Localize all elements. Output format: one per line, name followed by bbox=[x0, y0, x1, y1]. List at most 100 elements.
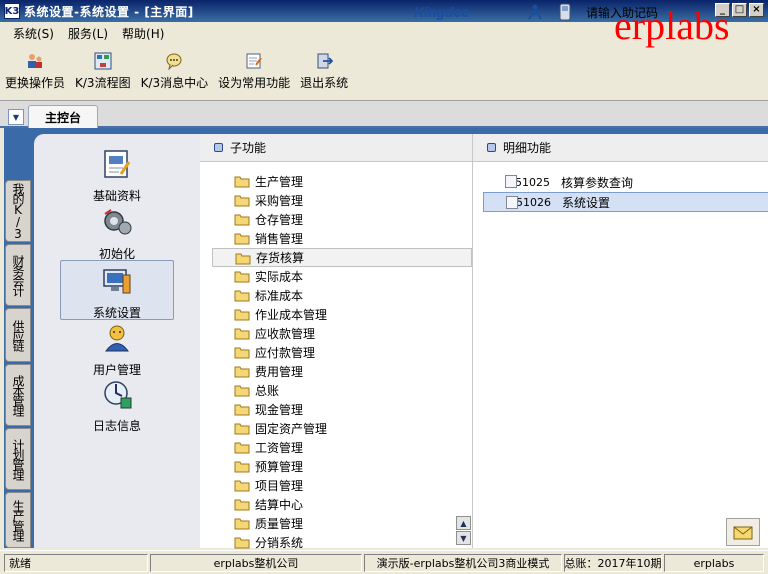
sub-function-item[interactable]: 固定资产管理 bbox=[212, 419, 472, 438]
sub-function-item[interactable]: 销售管理 bbox=[212, 229, 472, 248]
sub-function-item[interactable]: 应付款管理 bbox=[212, 343, 472, 362]
module-panel: 基础资料 初始化 系统设置 用户管理 日志信息 bbox=[34, 134, 200, 548]
detail-function-item[interactable]: 51026 系统设置 bbox=[483, 192, 768, 212]
status-bar: 就绪 erplabs整机公司 演示版-erplabs整机公司3商业模式 总账：2… bbox=[0, 550, 768, 574]
mail-button[interactable] bbox=[726, 518, 760, 546]
document-icon bbox=[505, 175, 517, 188]
sub-function-item[interactable]: 作业成本管理 bbox=[212, 305, 472, 324]
module-basic-data[interactable]: 基础资料 bbox=[60, 148, 174, 204]
menu-service[interactable]: 服务(L) bbox=[61, 25, 115, 42]
status-mode: 演示版-erplabs整机公司3商业模式 bbox=[364, 554, 562, 572]
sub-function-label: 费用管理 bbox=[255, 365, 304, 379]
folder-icon bbox=[234, 423, 250, 435]
sub-function-item[interactable]: 项目管理 bbox=[212, 476, 472, 495]
sub-function-item[interactable]: 采购管理 bbox=[212, 191, 472, 210]
sub-function-label: 仓存管理 bbox=[255, 213, 304, 227]
folder-icon bbox=[234, 309, 250, 321]
folder-icon bbox=[234, 385, 250, 397]
menu-help[interactable]: 帮助(H) bbox=[115, 25, 171, 42]
sub-function-label: 实际成本 bbox=[255, 270, 304, 284]
folder-icon bbox=[234, 290, 250, 302]
detail-name: 核算参数查询 bbox=[561, 175, 634, 190]
menu-system[interactable]: 系统(S) bbox=[6, 25, 61, 42]
tab-dropdown-icon[interactable]: ▼ bbox=[8, 109, 24, 125]
scroll-down-button[interactable]: ▼ bbox=[456, 531, 471, 545]
sub-function-item[interactable]: 工资管理 bbox=[212, 438, 472, 457]
set-favorite-button[interactable]: 设为常用功能 bbox=[213, 48, 295, 96]
scroll-up-button[interactable]: ▲ bbox=[456, 516, 471, 530]
tab-main-console[interactable]: 主控台 bbox=[28, 105, 98, 129]
side-tab-my-k3[interactable]: 我的K/3 bbox=[5, 180, 31, 242]
sub-function-item[interactable]: 应收款管理 bbox=[212, 324, 472, 343]
header-bullet-icon bbox=[214, 143, 223, 152]
toolbar: 更换操作员 K/3流程图 K/3消息中心 设为常用功能 退出系统 bbox=[0, 48, 768, 96]
sub-function-label: 标准成本 bbox=[255, 289, 304, 303]
sub-function-label: 应付款管理 bbox=[255, 346, 316, 360]
side-tab-production[interactable]: 生产管理 bbox=[5, 492, 31, 548]
folder-icon bbox=[234, 195, 250, 207]
detail-function-panel: 明细功能 51025 核算参数查询 51026 系统设置 bbox=[472, 134, 768, 548]
sub-function-item[interactable]: 存货核算 bbox=[212, 248, 472, 267]
sub-function-label: 工资管理 bbox=[255, 441, 304, 455]
folder-icon bbox=[234, 404, 250, 416]
folder-icon bbox=[234, 499, 250, 511]
window-title: 系统设置-系统设置 - [主界面] bbox=[24, 4, 194, 19]
side-tab-planning[interactable]: 计划管理 bbox=[5, 428, 31, 490]
log-info-icon bbox=[104, 381, 132, 409]
system-settings-icon bbox=[103, 269, 131, 294]
network-icon[interactable] bbox=[526, 3, 544, 21]
sub-function-item[interactable]: 仓存管理 bbox=[212, 210, 472, 229]
folder-icon bbox=[234, 233, 250, 245]
module-user-management[interactable]: 用户管理 bbox=[60, 322, 174, 378]
side-tab-finance[interactable]: 财务会计 bbox=[5, 244, 31, 306]
exit-system-button[interactable]: 退出系统 bbox=[295, 48, 353, 96]
detail-function-list: 51025 核算参数查询 51026 系统设置 bbox=[483, 172, 768, 212]
sub-function-label: 生产管理 bbox=[255, 175, 304, 189]
exit-icon bbox=[317, 53, 334, 69]
maximize-button[interactable]: □ bbox=[732, 3, 747, 17]
sub-function-label: 总账 bbox=[255, 384, 280, 398]
module-user-management-label: 用户管理 bbox=[92, 363, 141, 377]
folder-icon bbox=[234, 366, 250, 378]
sub-function-item[interactable]: 结算中心 bbox=[212, 495, 472, 514]
sub-function-item[interactable]: 生产管理 bbox=[212, 172, 472, 191]
sub-function-label: 结算中心 bbox=[255, 498, 304, 512]
close-button[interactable]: × bbox=[749, 3, 764, 17]
module-initialization[interactable]: 初始化 bbox=[60, 206, 174, 262]
detail-name: 系统设置 bbox=[562, 195, 611, 210]
phone-icon[interactable] bbox=[556, 3, 574, 21]
folder-icon bbox=[234, 480, 250, 492]
message-center-label: K/3消息中心 bbox=[140, 76, 209, 90]
initialization-icon bbox=[104, 209, 132, 235]
folder-icon bbox=[234, 537, 250, 549]
side-tab-supply-chain[interactable]: 供应链 bbox=[5, 308, 31, 362]
status-state: 就绪 bbox=[4, 554, 148, 572]
sub-function-label: 质量管理 bbox=[255, 517, 304, 531]
module-system-settings[interactable]: 系统设置 bbox=[60, 260, 174, 320]
side-tab-cost[interactable]: 成本管理 bbox=[5, 364, 31, 426]
folder-icon bbox=[234, 518, 250, 530]
sub-function-label: 作业成本管理 bbox=[255, 308, 328, 322]
sub-function-item[interactable]: 质量管理 bbox=[212, 514, 472, 533]
module-log-info[interactable]: 日志信息 bbox=[60, 378, 174, 434]
flowchart-icon bbox=[94, 52, 112, 70]
sub-function-item[interactable]: 费用管理 bbox=[212, 362, 472, 381]
folder-icon bbox=[234, 176, 250, 188]
detail-function-header: 明细功能 bbox=[473, 134, 768, 162]
sub-function-item[interactable]: 实际成本 bbox=[212, 267, 472, 286]
flowchart-button[interactable]: K/3流程图 bbox=[70, 48, 136, 96]
sub-function-item[interactable]: 标准成本 bbox=[212, 286, 472, 305]
sub-function-label: 采购管理 bbox=[255, 194, 304, 208]
sub-function-item[interactable]: 现金管理 bbox=[212, 400, 472, 419]
module-system-settings-label: 系统设置 bbox=[92, 306, 141, 320]
sub-function-item[interactable]: 预算管理 bbox=[212, 457, 472, 476]
sub-function-header: 子功能 bbox=[200, 134, 472, 162]
folder-icon bbox=[235, 253, 251, 265]
detail-function-item[interactable]: 51025 核算参数查询 bbox=[483, 172, 768, 192]
message-center-button[interactable]: K/3消息中心 bbox=[136, 48, 214, 96]
flowchart-label: K/3流程图 bbox=[75, 76, 131, 90]
change-operator-button[interactable]: 更换操作员 bbox=[0, 48, 70, 96]
sub-function-item[interactable]: 总账 bbox=[212, 381, 472, 400]
header-bullet-icon bbox=[487, 143, 496, 152]
folder-icon bbox=[234, 347, 250, 359]
